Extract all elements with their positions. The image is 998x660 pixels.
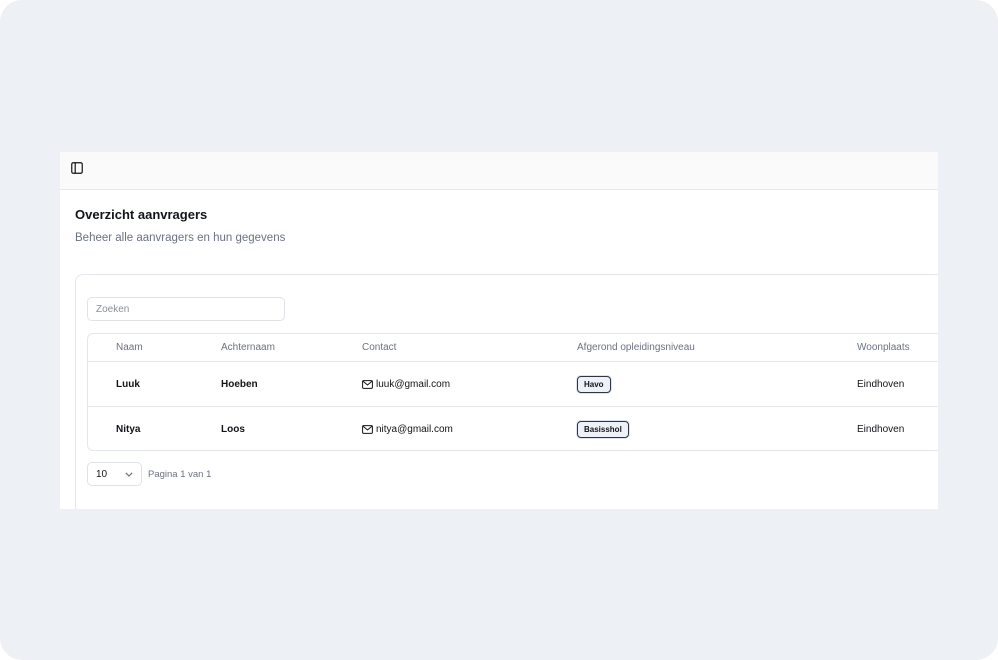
cell-naam: Nitya — [116, 424, 141, 435]
table-row[interactable]: Luuk Hoeben luuk@gmail.com Havo Eindhove… — [88, 362, 938, 407]
cell-achternaam: Hoeben — [221, 378, 258, 390]
column-header-naam[interactable]: Naam — [116, 334, 143, 361]
column-header-achternaam[interactable]: Achternaam — [221, 334, 275, 361]
email-link[interactable]: nitya@gmail.com — [376, 424, 453, 435]
search-input[interactable] — [87, 297, 285, 321]
cell-opleidingsniveau: Basisshol — [577, 407, 629, 450]
app-window: Overzicht aanvragers Beheer alle aanvrag… — [60, 152, 938, 509]
email-link[interactable]: luuk@gmail.com — [376, 379, 450, 390]
pagination-info: Pagina 1 van 1 — [148, 468, 212, 480]
table-row[interactable]: Nitya Loos nitya@gmail.com Basisshol Ein… — [88, 407, 938, 450]
mail-icon — [362, 425, 373, 434]
mail-icon — [362, 379, 373, 389]
cell-contact: nitya@gmail.com — [362, 407, 453, 450]
column-header-contact[interactable]: Contact — [362, 334, 396, 361]
cell-contact: luuk@gmail.com — [362, 362, 450, 406]
cell-achternaam: Loos — [221, 424, 245, 435]
sidebar-toggle-icon[interactable] — [70, 161, 84, 175]
column-header-opleidingsniveau[interactable]: Afgerond opleidingsniveau — [577, 334, 695, 361]
education-badge: Havo — [577, 375, 611, 393]
applicants-card: Naam Achternaam Contact Afgerond opleidi… — [75, 274, 938, 509]
column-header-woonplaats[interactable]: Woonplaats — [857, 334, 910, 361]
chevron-down-icon — [124, 470, 133, 479]
top-bar — [60, 152, 938, 190]
page-size-value: 10 — [96, 468, 108, 480]
page-title: Overzicht aanvragers — [75, 207, 208, 222]
table-header: Naam Achternaam Contact Afgerond opleidi… — [88, 334, 938, 362]
cell-woonplaats: Eindhoven — [857, 378, 905, 390]
education-badge: Basisshol — [577, 421, 629, 438]
cell-opleidingsniveau: Havo — [577, 362, 611, 406]
page-size-select[interactable]: 10 — [87, 462, 142, 486]
cell-naam: Luuk — [116, 378, 140, 390]
applicants-table: Naam Achternaam Contact Afgerond opleidi… — [87, 333, 938, 451]
page-subtitle: Beheer alle aanvragers en hun gegevens — [75, 232, 286, 244]
cell-woonplaats: Eindhoven — [857, 424, 905, 435]
screen-frame: Overzicht aanvragers Beheer alle aanvrag… — [0, 0, 998, 660]
